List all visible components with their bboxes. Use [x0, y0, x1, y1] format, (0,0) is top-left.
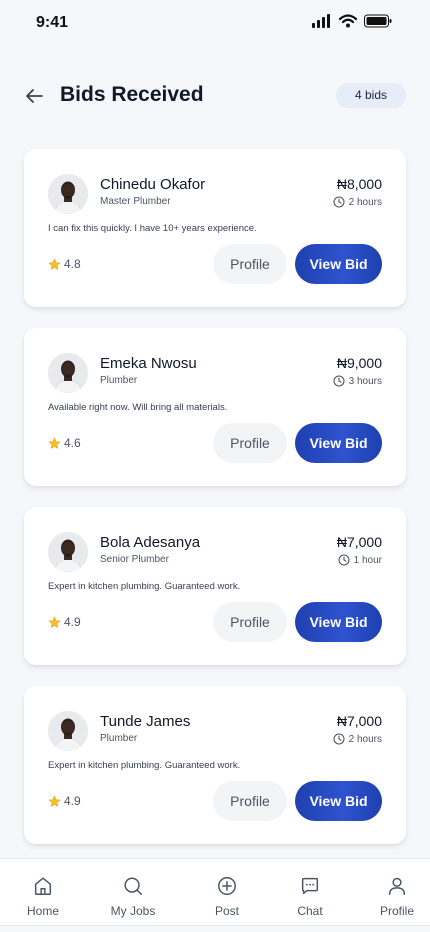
bidder-role: Plumber — [100, 733, 138, 744]
bid-time: 1 hour — [338, 554, 382, 566]
bidder-rating: 4.9 — [48, 615, 81, 629]
nav-item-my-jobs[interactable]: My Jobs — [90, 859, 176, 925]
rating-value: 4.8 — [64, 257, 81, 271]
bid-card: Tunde James Plumber ₦7,000 2 hours Exper… — [24, 686, 406, 844]
profile-button[interactable]: Profile — [213, 244, 287, 284]
bottom-nav: Home My Jobs Post Chat Profile — [0, 858, 430, 926]
bid-price: ₦7,000 — [336, 534, 382, 550]
avatar — [48, 353, 88, 393]
clock-icon — [333, 733, 345, 745]
search-icon — [124, 877, 142, 895]
nav-label-chat: Chat — [297, 904, 323, 918]
star-icon — [48, 257, 61, 270]
bid-message: Available right now. Will bring all mate… — [48, 402, 228, 413]
profile-button[interactable]: Profile — [213, 423, 287, 463]
view-bid-button[interactable]: View Bid — [295, 781, 382, 821]
page-header: Bids Received 4 bids — [0, 80, 430, 112]
bidder-rating: 4.6 — [48, 436, 81, 450]
bid-message: I can fix this quickly. I have 10+ years… — [48, 223, 257, 234]
rating-value: 4.9 — [64, 794, 81, 808]
star-icon — [48, 794, 61, 807]
avatar — [48, 711, 88, 751]
bidder-role: Master Plumber — [100, 196, 171, 207]
nav-item-profile[interactable]: Profile — [354, 859, 430, 925]
status-time: 9:41 — [36, 14, 69, 31]
page-title: Bids Received — [60, 83, 204, 106]
bidder-role: Senior Plumber — [100, 554, 169, 565]
bidder-name: Bola Adesanya — [100, 534, 201, 551]
home-icon — [34, 877, 52, 895]
status-icons — [312, 14, 392, 28]
bidder-rating: 4.9 — [48, 794, 81, 808]
avatar — [48, 532, 88, 572]
bid-time: 2 hours — [333, 733, 382, 745]
bidder-rating: 4.8 — [48, 257, 81, 271]
avatar — [48, 174, 88, 214]
nav-label-post: Post — [214, 904, 239, 918]
bid-message: Expert in kitchen plumbing. Guaranteed w… — [48, 581, 241, 592]
chat-icon — [301, 877, 319, 895]
wifi-icon — [339, 14, 357, 28]
view-bid-button[interactable]: View Bid — [295, 423, 382, 463]
star-icon — [48, 436, 61, 449]
view-bid-button[interactable]: View Bid — [295, 244, 382, 284]
bid-time: 3 hours — [333, 375, 382, 387]
profile-button[interactable]: Profile — [213, 602, 287, 642]
clock-icon — [338, 554, 350, 566]
arrow-left-icon — [26, 89, 43, 103]
bid-message: Expert in kitchen plumbing. Guaranteed w… — [48, 760, 241, 771]
bid-price: ₦8,000 — [336, 176, 382, 192]
profile-button[interactable]: Profile — [213, 781, 287, 821]
bid-card: Bola Adesanya Senior Plumber ₦7,000 1 ho… — [24, 507, 406, 665]
bid-price: ₦9,000 — [336, 355, 382, 371]
bidder-name: Emeka Nwosu — [100, 355, 197, 372]
signal-icon — [312, 14, 330, 28]
user-icon — [388, 877, 406, 895]
nav-label-my-jobs: My Jobs — [110, 904, 156, 918]
bidder-name: Tunde James — [100, 713, 191, 730]
bid-card: Chinedu Okafor Master Plumber ₦8,000 2 h… — [24, 149, 406, 307]
bid-time-label: 1 hour — [353, 554, 382, 566]
bid-time: 2 hours — [333, 196, 382, 208]
bid-count-badge: 4 bids — [336, 83, 406, 108]
bidder-role: Plumber — [100, 375, 138, 386]
clock-icon — [333, 375, 345, 387]
view-bid-button[interactable]: View Bid — [295, 602, 382, 642]
bid-price: ₦7,000 — [336, 713, 382, 729]
rating-value: 4.6 — [64, 436, 81, 450]
bidder-name: Chinedu Okafor — [100, 176, 206, 193]
nav-item-home[interactable]: Home — [0, 859, 86, 925]
rating-value: 4.9 — [64, 615, 81, 629]
bid-card: Emeka Nwosu Plumber ₦9,000 3 hours Avail… — [24, 328, 406, 486]
nav-label-profile: Profile — [379, 904, 414, 918]
battery-icon — [364, 14, 392, 28]
bid-time-label: 3 hours — [348, 375, 382, 387]
bid-time-label: 2 hours — [348, 196, 382, 208]
status-bar: 9:41 — [0, 0, 430, 46]
star-icon — [48, 615, 61, 628]
nav-item-chat[interactable]: Chat — [267, 859, 353, 925]
bid-time-label: 2 hours — [348, 733, 382, 745]
clock-icon — [333, 196, 345, 208]
plus-circle-icon — [218, 877, 236, 895]
nav-item-post[interactable]: Post — [184, 859, 270, 925]
back-button[interactable] — [22, 84, 46, 108]
nav-label-home: Home — [26, 904, 59, 918]
